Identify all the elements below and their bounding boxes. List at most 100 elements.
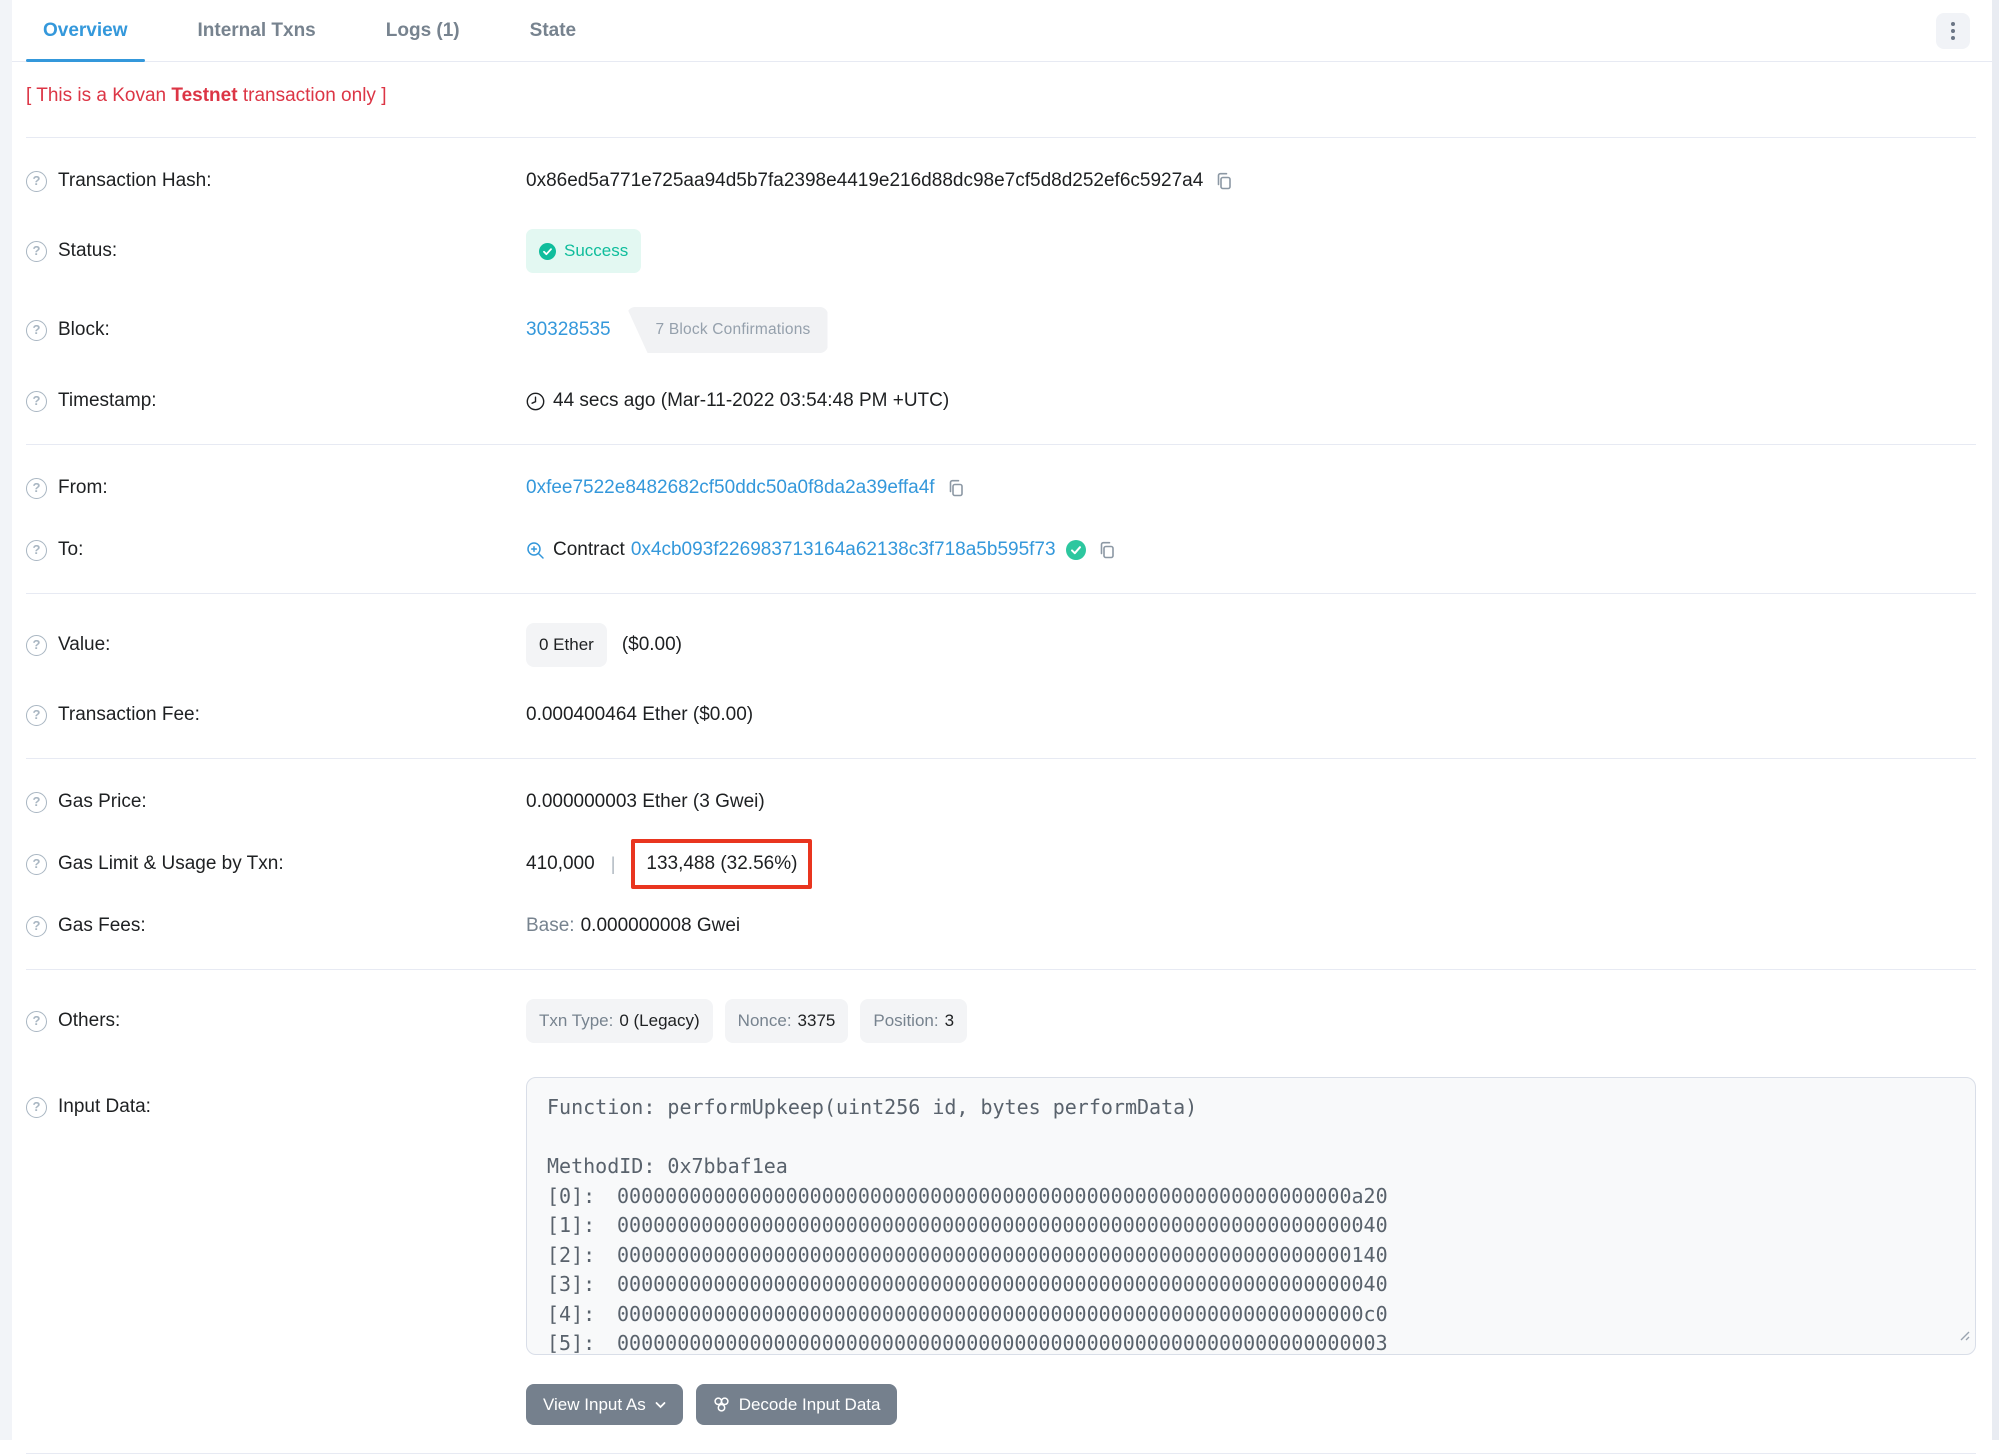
value-label: Value:: [58, 634, 111, 655]
input-data-label: Input Data:: [58, 1096, 151, 1117]
page-background-left: [0, 0, 12, 1440]
input-blank-line: [547, 1123, 1955, 1153]
gas-usage-annotation-box: 133,488 (32.56%): [631, 839, 813, 889]
clock-icon: [526, 392, 545, 411]
input-param-line: [4]: 000000000000000000000000000000000000…: [547, 1301, 1388, 1326]
chevron-down-icon: [655, 1401, 666, 1409]
help-icon[interactable]: ?: [26, 634, 47, 656]
section-from-to: ? From: 0xfee7522e8482682cf50ddc50a0f8da…: [26, 445, 1976, 594]
testnet-warning-suffix: transaction only ]: [237, 85, 387, 106]
input-data-actions: View Input As Decode Input Data: [526, 1384, 1976, 1425]
testnet-warning: [ This is a Kovan Testnet transaction on…: [26, 62, 1976, 138]
transaction-hash-value: 0x86ed5a771e725aa94d5b7fa2398e4419e216d8…: [526, 170, 1204, 191]
kebab-dot: [1951, 21, 1955, 26]
input-param-line: [5]: 000000000000000000000000000000000000…: [547, 1331, 1388, 1355]
more-options-button[interactable]: [1936, 12, 1970, 49]
section-hash-status-block-time: ? Transaction Hash: 0x86ed5a771e725aa94d…: [26, 138, 1976, 445]
timestamp-label: Timestamp:: [58, 390, 157, 411]
gas-fees-base-value: 0.000000008 Gwei: [580, 915, 741, 936]
verified-check-icon: [1065, 540, 1086, 560]
decode-input-data-button[interactable]: Decode Input Data: [695, 1384, 898, 1425]
txn-type-badge: Txn Type: 0 (Legacy): [526, 999, 713, 1043]
status-badge-text: Success: [564, 241, 629, 260]
help-icon[interactable]: ?: [26, 240, 47, 262]
resize-grip-icon[interactable]: [1957, 1320, 1970, 1350]
txn-type-value: 0 (Legacy): [619, 1011, 700, 1030]
tab-overview[interactable]: Overview: [26, 0, 145, 62]
value-usd: ($0.00): [621, 634, 683, 655]
gas-price-label: Gas Price:: [58, 791, 147, 812]
from-address-link[interactable]: 0xfee7522e8482682cf50ddc50a0f8da2a39effa…: [526, 474, 935, 502]
timestamp-value: 44 secs ago (Mar-11-2022 03:54:48 PM +UT…: [553, 390, 950, 411]
help-icon[interactable]: ?: [26, 477, 47, 499]
row-input-data: ? Input Data: Function: performUpkeep(ui…: [26, 1060, 1976, 1372]
tab-internal-txns[interactable]: Internal Txns: [181, 0, 333, 61]
transaction-hash-label: Transaction Hash:: [58, 170, 212, 191]
position-key: Position:: [873, 1011, 939, 1030]
gas-price-value: 0.000000003 Ether (3 Gwei): [526, 791, 765, 812]
input-function-line: Function: performUpkeep(uint256 id, byte…: [547, 1095, 1198, 1119]
others-label: Others:: [58, 1010, 121, 1031]
to-address-link[interactable]: 0x4cb093f226983713164a62138c3f718a5b595f…: [631, 536, 1056, 564]
help-icon[interactable]: ?: [26, 390, 47, 412]
view-input-as-label: View Input As: [543, 1394, 646, 1414]
tab-bar: Overview Internal Txns Logs (1) State: [12, 0, 1992, 62]
section-gas: ? Gas Price: 0.000000003 Ether (3 Gwei) …: [26, 759, 1976, 970]
gas-fees-label: Gas Fees:: [58, 915, 146, 936]
nonce-badge: Nonce: 3375: [724, 999, 849, 1043]
decode-icon: [713, 1396, 730, 1413]
magnifier-plus-icon[interactable]: [526, 541, 545, 560]
copy-icon[interactable]: [1214, 171, 1234, 191]
section-others-input: ? Others: Txn Type: 0 (Legacy) Nonce: 33…: [26, 970, 1976, 1454]
help-icon[interactable]: ?: [26, 1096, 47, 1118]
help-icon[interactable]: ?: [26, 704, 47, 726]
testnet-warning-prefix: [ This is a Kovan: [26, 85, 172, 106]
help-icon[interactable]: ?: [26, 539, 47, 561]
row-gas-fees: ? Gas Fees: Base: 0.000000008 Gwei: [26, 895, 1976, 957]
help-icon[interactable]: ?: [26, 791, 47, 813]
gas-limit-label: Gas Limit & Usage by Txn:: [58, 853, 284, 874]
tab-state[interactable]: State: [513, 0, 593, 61]
gas-limit-value: 410,000: [526, 853, 595, 874]
block-number-link[interactable]: 30328535: [526, 316, 611, 344]
help-icon[interactable]: ?: [26, 915, 47, 937]
help-icon[interactable]: ?: [26, 1010, 47, 1032]
input-param-line: [1]: 000000000000000000000000000000000000…: [547, 1213, 1388, 1237]
kebab-dot: [1951, 35, 1955, 40]
help-icon[interactable]: ?: [26, 319, 47, 341]
row-value: ? Value: 0 Ether ($0.00): [26, 606, 1976, 684]
testnet-warning-bold: Testnet: [171, 85, 238, 106]
row-gas-limit-usage: ? Gas Limit & Usage by Txn: 410,000 | 13…: [26, 833, 1976, 895]
from-label: From:: [58, 477, 108, 498]
nonce-key: Nonce:: [737, 1011, 792, 1030]
status-badge: Success: [526, 229, 642, 273]
txn-type-key: Txn Type:: [539, 1011, 614, 1030]
help-icon[interactable]: ?: [26, 853, 47, 875]
to-label: To:: [58, 539, 84, 560]
kebab-dot: [1951, 28, 1955, 33]
copy-icon[interactable]: [946, 478, 966, 498]
block-confirmations-badge: 7 Block Confirmations: [626, 307, 828, 353]
input-param-line: [2]: 000000000000000000000000000000000000…: [547, 1242, 1388, 1267]
row-from: ? From: 0xfee7522e8482682cf50ddc50a0f8da…: [26, 457, 1976, 519]
row-status: ? Status: Success: [26, 212, 1976, 290]
ether-value-badge: 0 Ether: [526, 623, 607, 667]
block-label: Block:: [58, 319, 110, 340]
gas-limit-separator: |: [610, 854, 616, 874]
row-to: ? To: Contract 0x4cb093f226983713164a621…: [26, 519, 1976, 581]
help-icon[interactable]: ?: [26, 170, 47, 192]
copy-icon[interactable]: [1097, 540, 1117, 560]
row-others: ? Others: Txn Type: 0 (Legacy) Nonce: 33…: [26, 982, 1976, 1060]
row-block: ? Block: 30328535 7 Block Confirmations: [26, 290, 1976, 370]
tab-logs[interactable]: Logs (1): [369, 0, 477, 61]
nonce-value: 3375: [797, 1011, 836, 1030]
decode-input-data-label: Decode Input Data: [738, 1394, 881, 1414]
input-param-line: [0]: 000000000000000000000000000000000000…: [547, 1183, 1388, 1208]
position-badge: Position: 3: [860, 999, 968, 1043]
view-input-as-button[interactable]: View Input As: [526, 1384, 683, 1425]
row-timestamp: ? Timestamp: 44 secs ago (Mar-11-2022 03…: [26, 370, 1976, 432]
input-data-box[interactable]: Function: performUpkeep(uint256 id, byte…: [526, 1077, 1976, 1355]
input-methodid-line: MethodID: 0x7bbaf1ea: [547, 1154, 788, 1178]
row-transaction-hash: ? Transaction Hash: 0x86ed5a771e725aa94d…: [26, 150, 1976, 212]
transaction-fee-value: 0.000400464 Ether ($0.00): [526, 704, 754, 725]
